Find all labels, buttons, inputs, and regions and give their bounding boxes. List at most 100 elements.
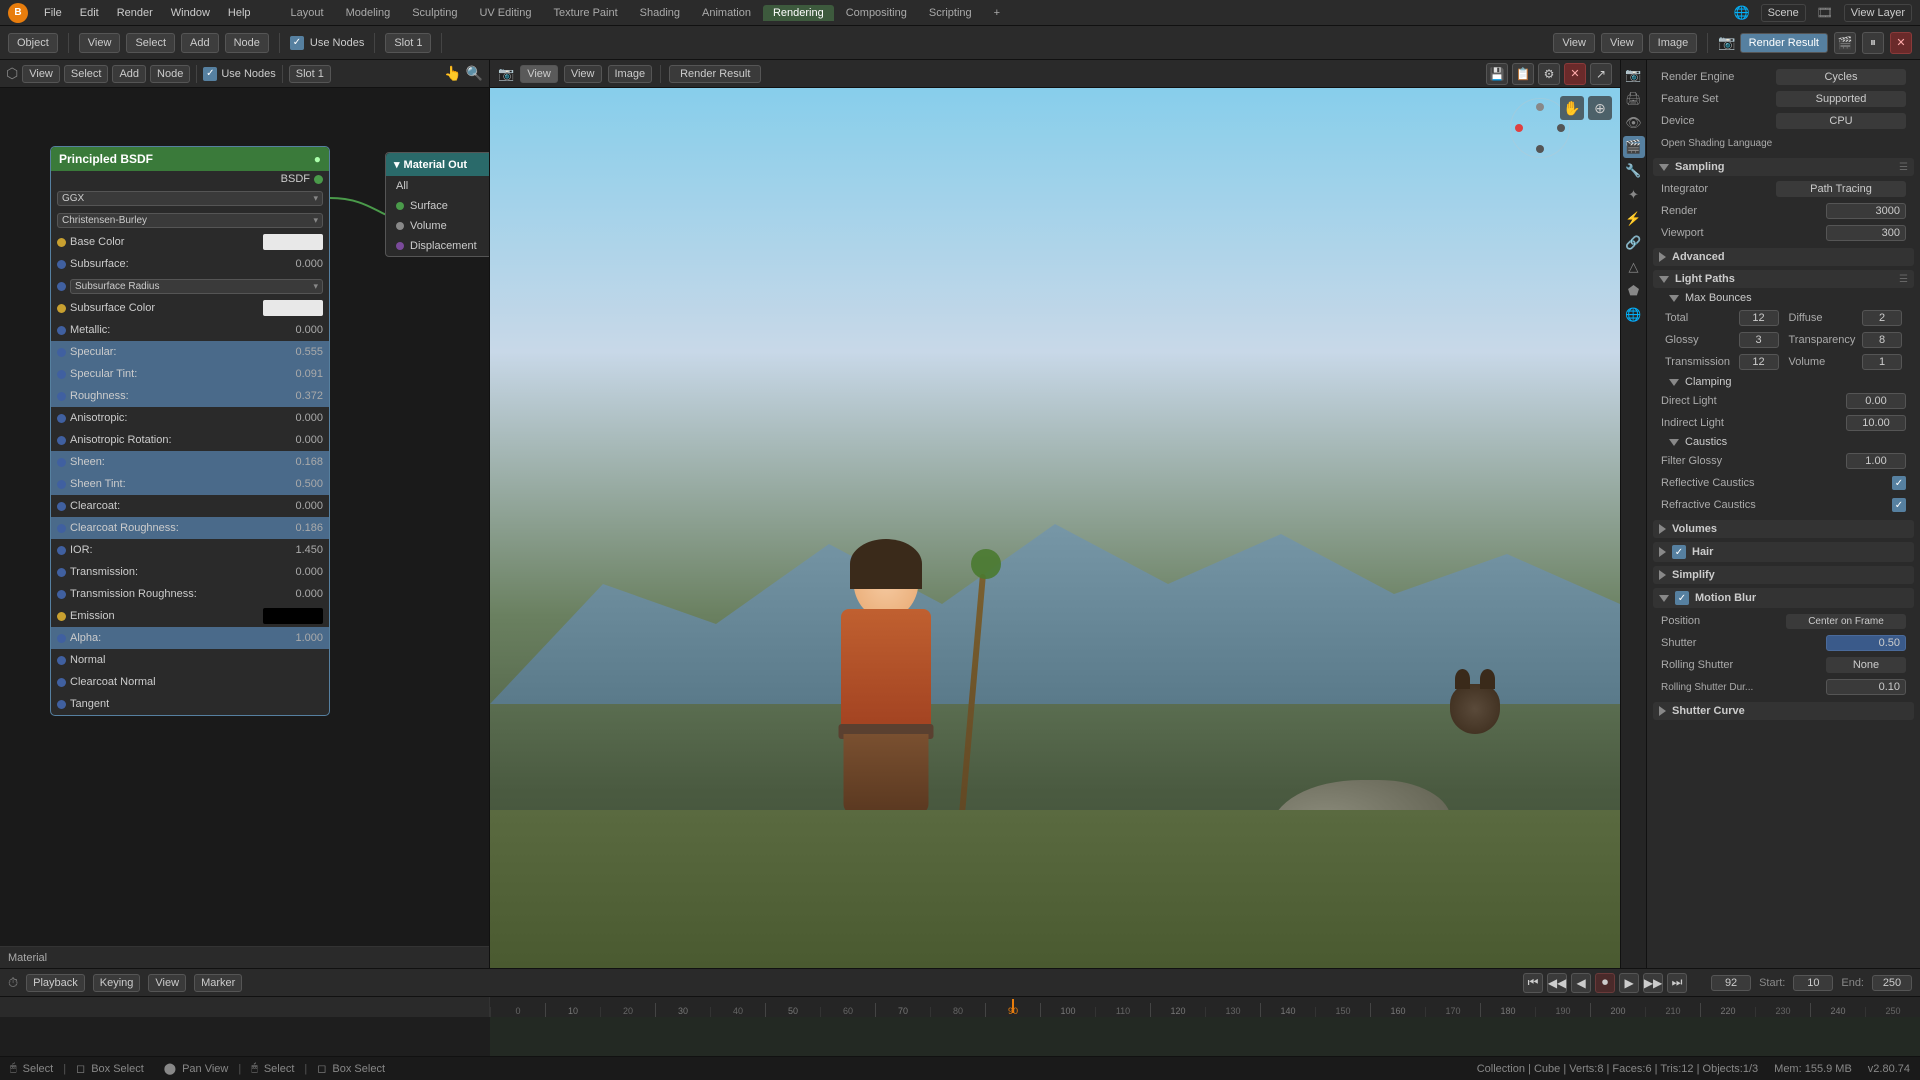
viewlayer-name[interactable]: View Layer <box>1844 4 1912 22</box>
socket-sheen-tint[interactable]: Sheen Tint: 0.500 <box>51 473 329 495</box>
principled-bsdf-node[interactable]: Principled BSDF ● BSDF GGX ▾ <box>50 146 330 716</box>
mb-shutter-field[interactable]: 0.50 <box>1826 635 1906 651</box>
volumes-header[interactable]: Volumes <box>1653 520 1914 538</box>
render-close-btn[interactable]: ✕ <box>1564 63 1586 85</box>
ned-select-btn[interactable]: Select <box>64 65 109 83</box>
integrator-field[interactable]: Path Tracing <box>1776 181 1906 197</box>
prop-icon-render[interactable]: 🎬 <box>1623 136 1645 158</box>
timeline-track-area[interactable]: 0 10 20 30 40 50 60 70 80 90 100 110 120 <box>0 997 1920 1056</box>
ned-slot-btn[interactable]: Slot 1 <box>289 65 331 83</box>
step-forward-btn[interactable]: ▶▶ <box>1643 973 1663 993</box>
motion-blur-enable-cb[interactable]: ✓ <box>1675 591 1689 605</box>
socket-clearcoat-roughness[interactable]: Clearcoat Roughness: 0.186 <box>51 517 329 539</box>
socket-swatch-subsurf-color[interactable] <box>263 300 323 316</box>
bounce-total-val[interactable]: 12 <box>1739 310 1779 326</box>
render-result-tab[interactable]: Render Result <box>669 65 761 83</box>
tab-shading[interactable]: Shading <box>630 5 690 21</box>
bounce-volume-val[interactable]: 1 <box>1862 354 1902 370</box>
indirect-light-val[interactable]: 10.00 <box>1846 415 1906 431</box>
socket-alpha[interactable]: Alpha: 1.000 <box>51 627 329 649</box>
bounce-transparency-val[interactable]: 8 <box>1862 332 1902 348</box>
render-view-btn[interactable]: View <box>520 65 558 83</box>
mb-position-field[interactable]: Center on Frame <box>1786 614 1906 629</box>
sampling-header[interactable]: Sampling ☰ <box>1653 158 1914 176</box>
max-bounces-header[interactable]: Max Bounces <box>1653 290 1914 306</box>
menu-file[interactable]: File <box>36 5 70 21</box>
view-btn2[interactable]: View <box>1553 33 1595 53</box>
tab-uv-editing[interactable]: UV Editing <box>469 5 541 21</box>
mode-object-btn[interactable]: Object <box>8 33 58 53</box>
menu-edit[interactable]: Edit <box>72 5 107 21</box>
tab-rendering[interactable]: Rendering <box>763 5 834 21</box>
bounce-glossy-val[interactable]: 3 <box>1739 332 1779 348</box>
tab-compositing[interactable]: Compositing <box>836 5 917 21</box>
tab-animation[interactable]: Animation <box>692 5 761 21</box>
slot-btn[interactable]: Slot 1 <box>385 33 431 53</box>
prop-icon-output[interactable]: 🖨 <box>1623 88 1645 110</box>
bounce-diffuse-val[interactable]: 2 <box>1862 310 1902 326</box>
render-btn-1[interactable]: 🎬 <box>1834 32 1856 54</box>
mb-rolling-dur-field[interactable]: 0.10 <box>1826 679 1906 695</box>
render-engine-field[interactable]: Cycles <box>1776 69 1906 85</box>
end-frame-display[interactable]: 250 <box>1872 975 1912 991</box>
jump-end-btn[interactable]: ⏭ <box>1667 973 1687 993</box>
hair-enable-cb[interactable]: ✓ <box>1672 545 1686 559</box>
overlay-display-btn[interactable]: ⊕ <box>1588 96 1612 120</box>
tab-sculpting[interactable]: Sculpting <box>402 5 467 21</box>
render-copy-btn[interactable]: 📋 <box>1512 63 1534 85</box>
mb-rolling-field[interactable]: None <box>1826 657 1906 673</box>
socket-specular-tint[interactable]: Specular Tint: 0.091 <box>51 363 329 385</box>
ned-use-nodes-cb[interactable]: ✓ <box>203 67 217 81</box>
socket-sheen[interactable]: Sheen: 0.168 <box>51 451 329 473</box>
render-result-btn[interactable]: Render Result <box>1740 33 1828 53</box>
clamping-header[interactable]: Clamping <box>1653 374 1914 390</box>
material-tab[interactable]: Material <box>0 946 489 968</box>
tab-texture-paint[interactable]: Texture Paint <box>543 5 627 21</box>
add-btn[interactable]: Add <box>181 33 219 53</box>
prop-icon-object-data[interactable]: △ <box>1623 256 1645 278</box>
render-save-btn[interactable]: 💾 <box>1486 63 1508 85</box>
refractive-caustics-cb[interactable]: ✓ <box>1892 498 1906 512</box>
direct-light-val[interactable]: 0.00 <box>1846 393 1906 409</box>
render-btn-2[interactable]: ⏸ <box>1862 32 1884 54</box>
ned-node-btn[interactable]: Node <box>150 65 190 83</box>
ned-view-btn[interactable]: View <box>22 65 60 83</box>
tab-scripting[interactable]: Scripting <box>919 5 982 21</box>
view-btn[interactable]: View <box>79 33 121 53</box>
play-btn[interactable]: ▶ <box>1619 973 1639 993</box>
prop-icon-scene[interactable]: 📷 <box>1623 64 1645 86</box>
step-back-btn[interactable]: ◀◀ <box>1547 973 1567 993</box>
stop-btn[interactable]: ⏺ <box>1595 973 1615 993</box>
node-canvas[interactable]: ▾ Material Out All Surface Volume Displa… <box>0 88 489 946</box>
bsdf-distribution-dropdown[interactable]: GGX ▾ <box>57 191 323 206</box>
overlay-hand-btn[interactable]: ✋ <box>1560 96 1584 120</box>
motion-blur-header[interactable]: ✓ Motion Blur <box>1653 588 1914 608</box>
render-image-btn[interactable]: Image <box>608 65 653 83</box>
socket-dropdown-subsurf-radius[interactable]: Subsurface Radius ▾ <box>70 279 323 294</box>
prop-icon-physics[interactable]: ⚡ <box>1623 208 1645 230</box>
menu-help[interactable]: Help <box>220 5 259 21</box>
use-nodes-checkbox[interactable]: ✓ <box>290 36 304 50</box>
start-frame-display[interactable]: 10 <box>1793 975 1833 991</box>
bsdf-subsurf-dropdown[interactable]: Christensen-Burley ▾ <box>57 213 323 228</box>
tab-modeling[interactable]: Modeling <box>336 5 401 21</box>
prop-icon-particles[interactable]: ✦ <box>1623 184 1645 206</box>
keying-btn[interactable]: Keying <box>93 974 141 992</box>
render-samples-field[interactable]: 3000 <box>1826 203 1906 219</box>
socket-swatch-emission[interactable] <box>263 608 323 624</box>
view-btn3[interactable]: View <box>1601 33 1643 53</box>
hair-header[interactable]: ✓ Hair <box>1653 542 1914 562</box>
prop-icon-constraints[interactable]: 🔗 <box>1623 232 1645 254</box>
filter-glossy-val[interactable]: 1.00 <box>1846 453 1906 469</box>
prop-icon-material[interactable]: ⬟ <box>1623 280 1645 302</box>
prop-icon-modifier[interactable]: 🔧 <box>1623 160 1645 182</box>
marker-btn[interactable]: Marker <box>194 974 242 992</box>
advanced-header[interactable]: Advanced <box>1653 248 1914 266</box>
menu-render[interactable]: Render <box>109 5 161 21</box>
shutter-curve-header[interactable]: Shutter Curve <box>1653 702 1914 720</box>
node-btn[interactable]: Node <box>225 33 269 53</box>
prop-icon-view[interactable]: 👁 <box>1623 112 1645 134</box>
bounce-transmission-val[interactable]: 12 <box>1739 354 1779 370</box>
playback-btn[interactable]: Playback <box>26 974 85 992</box>
socket-specular[interactable]: Specular: 0.555 <box>51 341 329 363</box>
